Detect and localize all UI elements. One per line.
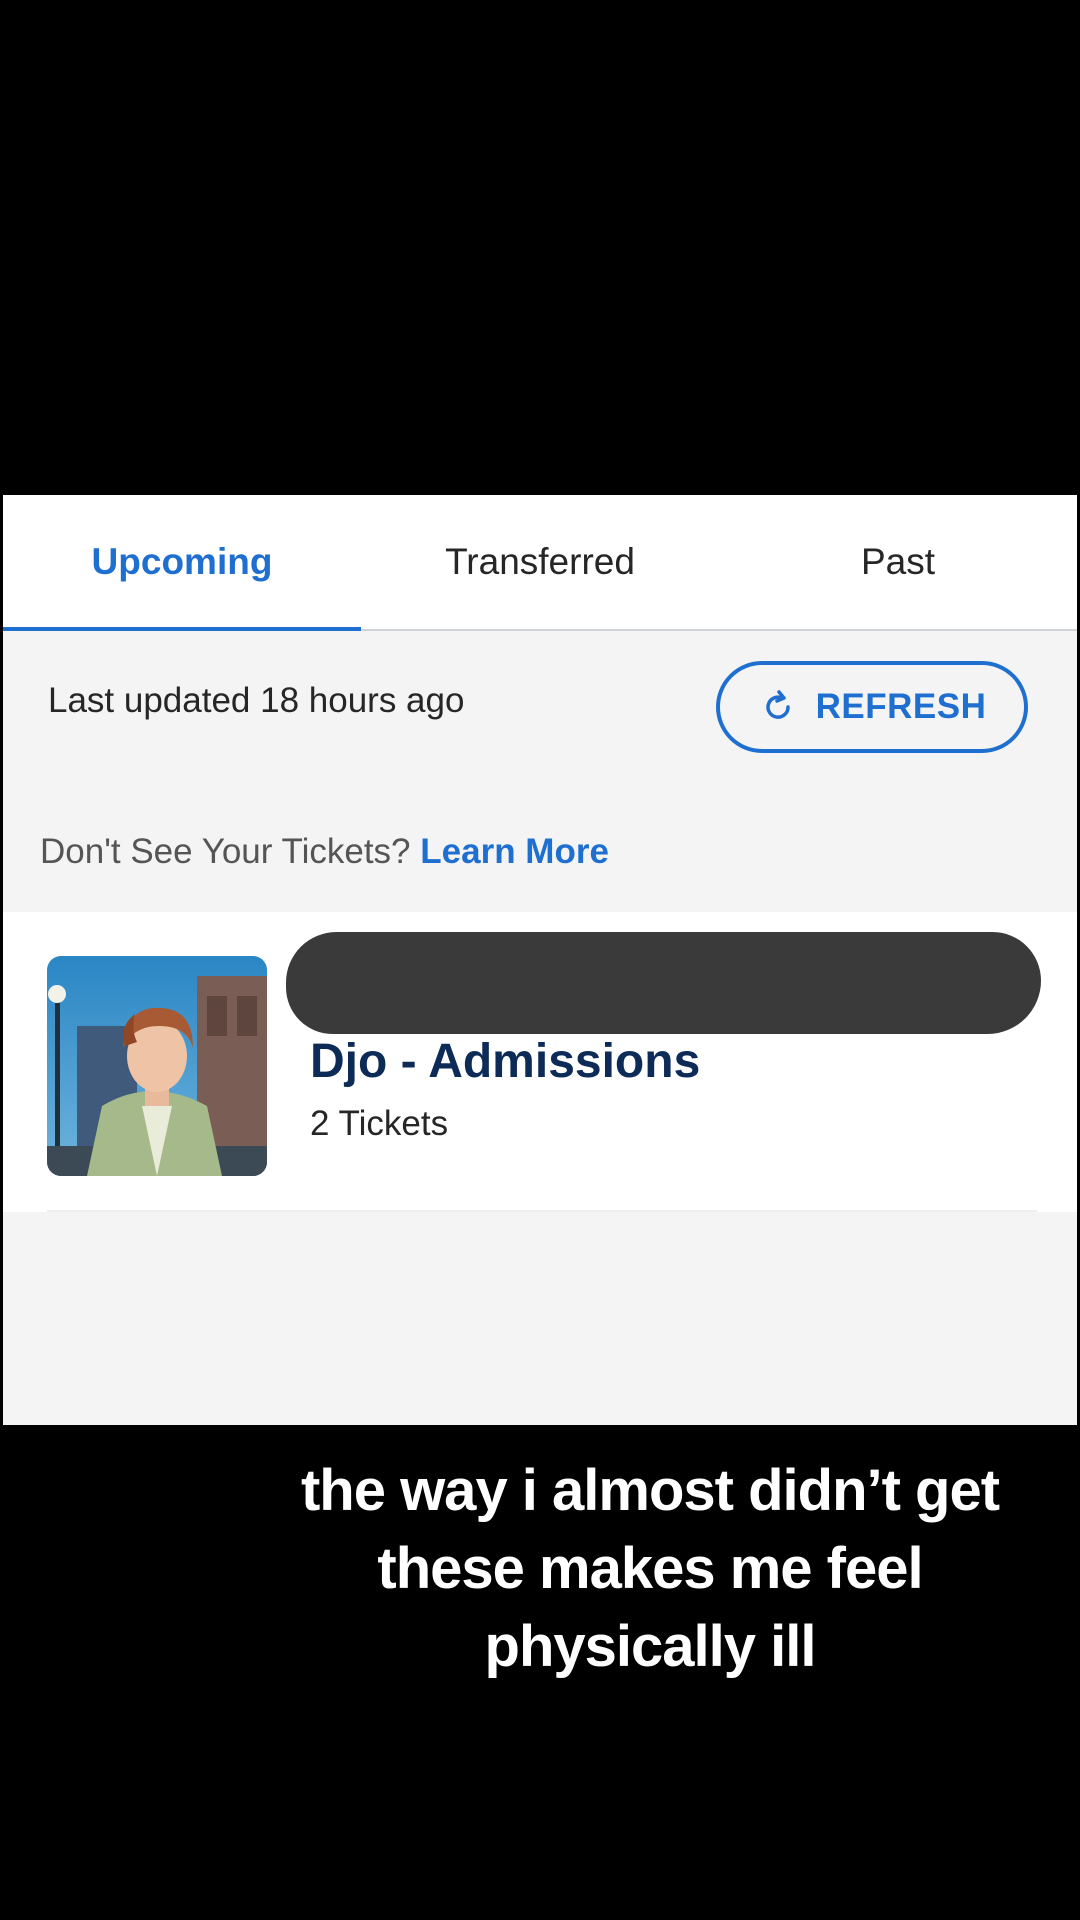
video-caption: the way i almost didn’t get these makes … [200, 1452, 1080, 1686]
update-row: Last updated 18 hours ago REFRESH [3, 631, 1077, 766]
refresh-button[interactable]: REFRESH [716, 661, 1028, 753]
event-photo-graphic [47, 956, 267, 1176]
last-updated-text: Last updated 18 hours ago [48, 681, 465, 720]
tab-transferred[interactable]: Transferred [361, 495, 719, 629]
tickets-screen: Upcoming Transferred Past Last updated 1… [3, 495, 1077, 1425]
event-photo [47, 956, 267, 1176]
ticket-tabs: Upcoming Transferred Past [3, 495, 1077, 631]
redacted-event-details [286, 932, 1041, 1034]
card-divider [47, 1210, 1037, 1212]
tab-upcoming-label: Upcoming [91, 541, 273, 582]
event-card[interactable]: Djo - Admissions 2 Tickets [3, 912, 1077, 1212]
refresh-icon [765, 690, 790, 719]
tab-upcoming[interactable]: Upcoming [3, 495, 361, 631]
tab-past[interactable]: Past [719, 495, 1077, 629]
tab-past-label: Past [860, 541, 936, 582]
event-name: Djo - Admissions [310, 1035, 701, 1088]
caption-line-1: the way i almost didn’t get [300, 1458, 1000, 1523]
refresh-label: REFRESH [815, 687, 987, 726]
learn-more-link[interactable]: Learn More [420, 832, 609, 871]
caption-line-2: these makes me feel [377, 1536, 923, 1601]
tab-transferred-label: Transferred [445, 541, 635, 582]
ticket-count: 2 Tickets [310, 1104, 449, 1143]
caption-line-3: physically ill [484, 1614, 817, 1679]
help-row: Don't See Your Tickets? Learn More [40, 832, 609, 872]
help-question: Don't See Your Tickets? [40, 832, 411, 871]
